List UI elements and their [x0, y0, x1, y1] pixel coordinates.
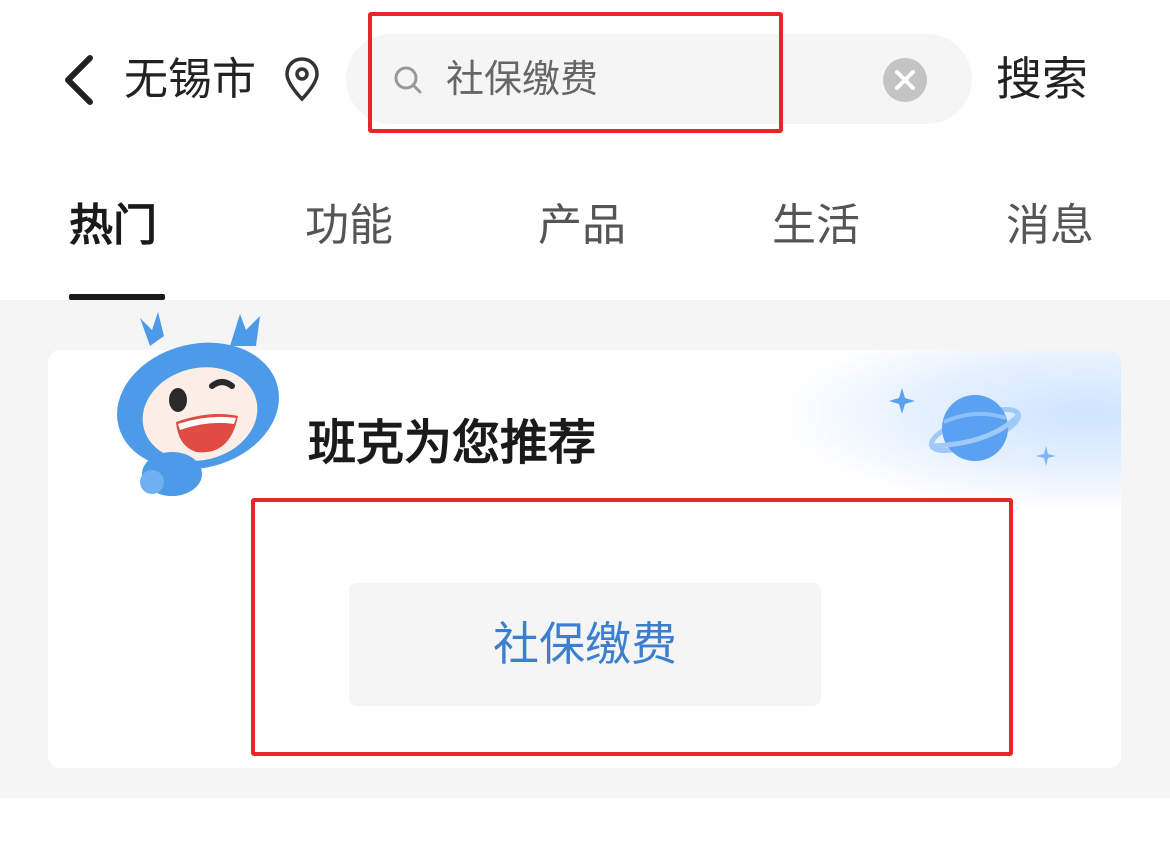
recommend-title: 班克为您推荐	[308, 415, 597, 471]
header: 无锡市 社保缴费 搜索	[0, 0, 1170, 160]
tab-function[interactable]: 功能	[305, 196, 393, 256]
search-button[interactable]: 搜索	[996, 48, 1088, 110]
category-tabs: 热门 功能 产品 生活 消息	[0, 160, 1170, 300]
search-input[interactable]: 社保缴费	[346, 34, 972, 124]
recommend-item-label: 社保缴费	[493, 617, 677, 671]
recommend-item-social-insurance[interactable]: 社保缴费	[349, 583, 821, 706]
location-pin-icon[interactable]	[284, 56, 320, 102]
planet-icon	[889, 388, 1056, 466]
back-arrow-icon[interactable]	[58, 50, 102, 110]
tab-hot[interactable]: 热门	[69, 196, 157, 256]
mascot-icon	[117, 312, 279, 496]
tab-product[interactable]: 产品	[538, 196, 626, 256]
tab-life[interactable]: 生活	[772, 196, 860, 256]
search-text: 社保缴费	[446, 57, 599, 101]
city-label[interactable]: 无锡市	[124, 52, 256, 108]
tab-message[interactable]: 消息	[1006, 196, 1094, 256]
search-icon	[394, 66, 422, 94]
clear-icon[interactable]	[882, 57, 928, 103]
